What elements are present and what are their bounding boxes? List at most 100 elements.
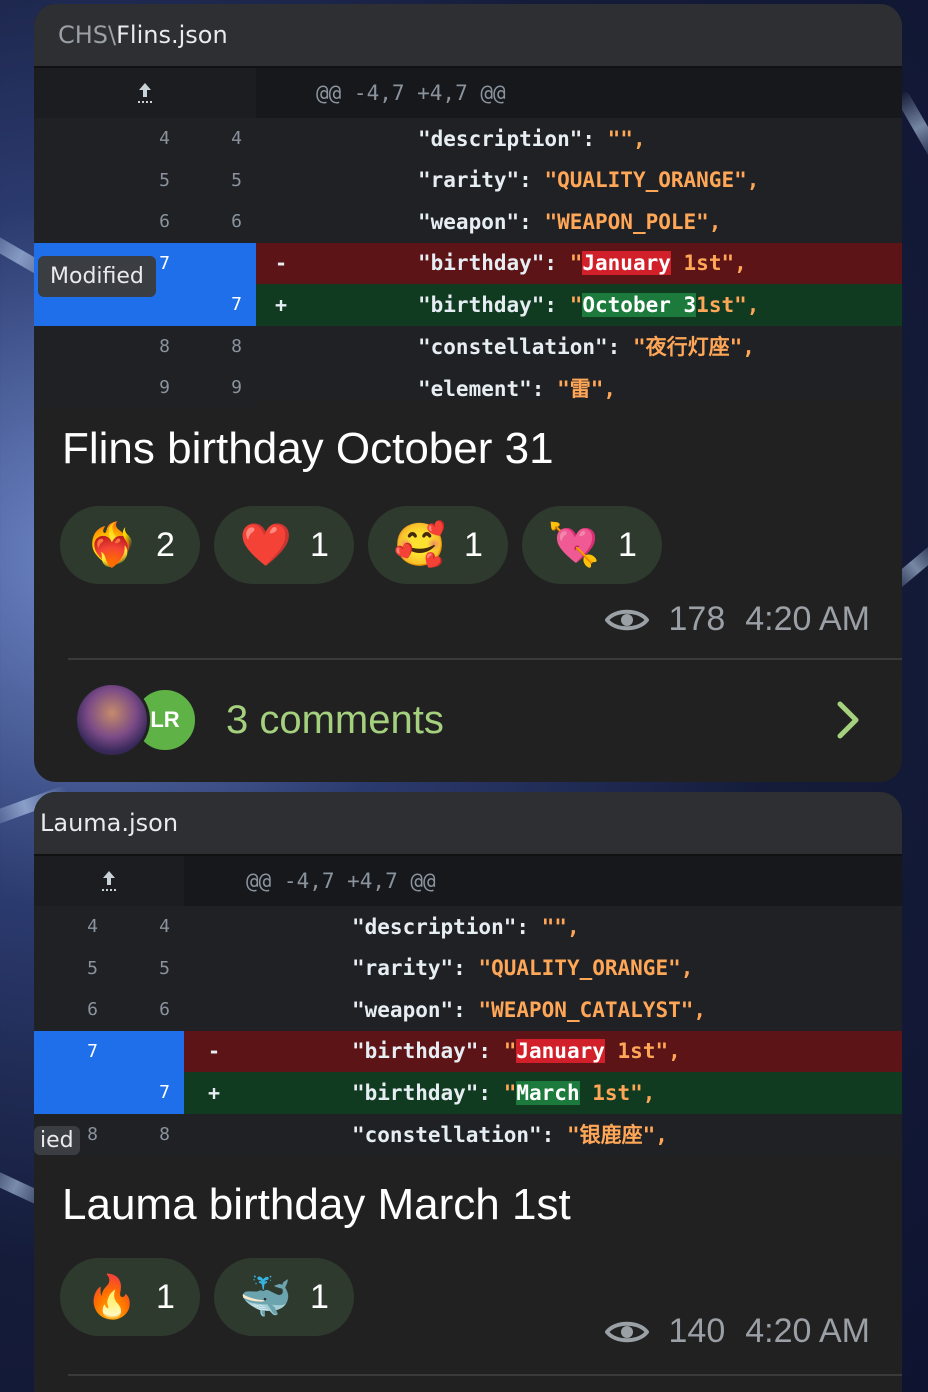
json-value: "QUALITY_ORANGE", [544, 168, 760, 193]
code-text: "birthday": "October 31st", [306, 292, 760, 317]
new-line-number: 4 [184, 118, 256, 160]
diff-file-header: Lauma.json [34, 792, 902, 856]
view-count: 178 [668, 600, 726, 638]
diff-line: 9 9 "element": "雷", [34, 367, 902, 409]
json-key: "birthday": [418, 251, 570, 276]
json-key: "constellation": [418, 335, 633, 360]
old-line-number: 9 [34, 367, 184, 409]
avatar [74, 682, 150, 758]
json-value-rest: 1st", [670, 251, 747, 276]
code-text: "birthday": "March 1st", [244, 1080, 655, 1105]
new-line-number: 4 [112, 906, 184, 948]
json-value-rest: 1st", [696, 292, 760, 317]
code-text: "description": "", [306, 127, 646, 151]
new-line-number [112, 1030, 184, 1072]
fire-icon: 🔥 [85, 1273, 139, 1320]
diff-file-header: CHS\ Flins.json [34, 4, 902, 68]
json-value: "QUALITY_ORANGE", [478, 956, 694, 981]
hunk-range: @@ -4,7 +4,7 @@ [316, 81, 506, 105]
json-value-rest: 1st", [604, 1039, 681, 1064]
view-count: 140 [668, 1312, 726, 1350]
json-key: "weapon": [418, 209, 545, 234]
json-value: "", [607, 126, 646, 151]
reaction-count: 1 [156, 1277, 175, 1316]
json-key: "birthday": [418, 292, 570, 317]
comments-divider [68, 658, 902, 660]
diff-line: 5 5 "rarity": "QUALITY_ORANGE", [34, 947, 902, 989]
comments-button[interactable]: LR 3 comments [74, 682, 862, 758]
diff-screenshot-image[interactable]: CHS\ Flins.json @@ -4,7 +4,7 @@ 4 4 "descri… [34, 4, 902, 409]
diff-line-added: 7 + "birthday": "March 1st", [34, 1072, 902, 1114]
json-key: "weapon": [352, 997, 479, 1022]
json-value: " [569, 292, 583, 317]
json-value: "雷", [557, 376, 617, 401]
file-directory: CHS\ [58, 21, 117, 49]
code-text: "rarity": "QUALITY_ORANGE", [306, 168, 759, 192]
old-line-number [34, 1072, 112, 1114]
reaction-chip[interactable]: 💘 1 [522, 506, 662, 584]
reactions-bar: ❤️‍🔥 2 ❤️ 1 🥰 1 💘 1 [60, 506, 662, 584]
reaction-chip[interactable]: 🔥 1 [60, 1258, 200, 1336]
reaction-chip[interactable]: ❤️ 1 [214, 506, 354, 584]
diff-screenshot-image[interactable]: Lauma.json @@ -4,7 +4,7 @@ 4 4 "descriptio… [34, 792, 902, 1156]
spouting-whale-icon: 🐳 [239, 1273, 293, 1320]
reaction-chip[interactable]: ❤️‍🔥 2 [60, 506, 200, 584]
old-line-number: 6 [34, 989, 112, 1031]
json-key: "constellation": [352, 1123, 567, 1148]
reactions-bar: 🔥 1 🐳 1 [60, 1258, 354, 1336]
json-value: " [569, 251, 583, 276]
json-key: "birthday": [352, 1080, 504, 1105]
json-key: "description": [352, 914, 542, 939]
hunk-header: @@ -4,7 +4,7 @@ [34, 856, 902, 906]
new-line-number: 8 [184, 325, 256, 367]
smiling-face-hearts-icon: 🥰 [393, 521, 447, 568]
old-line-number: 8 [34, 325, 184, 367]
post-meta: 178 4:20 AM [604, 600, 870, 639]
diff-line-added: 7 + "birthday": "October 31st", [34, 284, 902, 326]
diff-sign: - [207, 1039, 221, 1064]
code-text: "birthday": "January 1st", [306, 251, 747, 276]
json-value: "", [541, 914, 580, 939]
channel-post: CHS\ Flins.json @@ -4,7 +4,7 @@ 4 4 "descri… [34, 4, 902, 782]
diff-line-removed: 7- "birthday": "January 1st", [34, 1030, 902, 1072]
json-value: "夜行灯座", [632, 335, 755, 360]
reaction-chip[interactable]: 🐳 1 [214, 1258, 354, 1336]
changed-token: March [516, 1080, 580, 1105]
old-line-number: 5 [34, 159, 184, 201]
diff-lines: 4 4 "description": "", 5 5 "rarity": "QUALITY… [34, 906, 902, 1155]
reaction-count: 1 [464, 525, 483, 564]
diff-line: 4 4 "description": "", [34, 118, 902, 160]
red-heart-icon: ❤️ [239, 521, 293, 568]
diff-line-removed: 7- "birthday": "January 1st", [34, 242, 902, 284]
json-value: " [503, 1080, 517, 1105]
views-eye-icon [604, 1321, 649, 1342]
new-line-number: 7 [112, 1072, 184, 1114]
changed-token: January [516, 1039, 605, 1064]
code-text: "description": "", [244, 915, 580, 939]
modified-tooltip: Modified [38, 256, 156, 297]
diff-sign: + [274, 292, 288, 317]
file-name: Flins.json [116, 21, 228, 49]
comments-divider [68, 1374, 902, 1376]
reaction-chip[interactable]: 🥰 1 [368, 506, 508, 584]
old-line-number: 4 [34, 118, 184, 160]
diff-line: 8 8 "constellation": "夜行灯座", [34, 325, 902, 367]
expand-up-icon[interactable] [34, 856, 184, 906]
code-text: "element": "雷", [306, 373, 616, 403]
post-time: 4:20 AM [745, 600, 870, 638]
diff-line: 5 5 "rarity": "QUALITY_ORANGE", [34, 159, 902, 201]
heart-with-arrow-icon: 💘 [547, 521, 601, 568]
new-line-number [184, 242, 256, 284]
diff-line: 6 6 "weapon": "WEAPON_POLE", [34, 201, 902, 243]
file-name: Lauma.json [40, 809, 179, 837]
new-line-number: 6 [184, 201, 256, 243]
post-title: Lauma birthday March 1st [62, 1180, 571, 1229]
expand-up-icon[interactable] [34, 68, 256, 118]
json-value: " [503, 1039, 517, 1064]
channel-post: Lauma.json @@ -4,7 +4,7 @@ 4 4 "descriptio… [34, 792, 902, 1392]
post-title: Flins birthday October 31 [62, 424, 554, 473]
heart-on-fire-icon: ❤️‍🔥 [85, 521, 139, 568]
old-line-number: 6 [34, 201, 184, 243]
diff-line: 6 6 "weapon": "WEAPON_CATALYST", [34, 989, 902, 1031]
diff-line: 4 4 "description": "", [34, 906, 902, 948]
